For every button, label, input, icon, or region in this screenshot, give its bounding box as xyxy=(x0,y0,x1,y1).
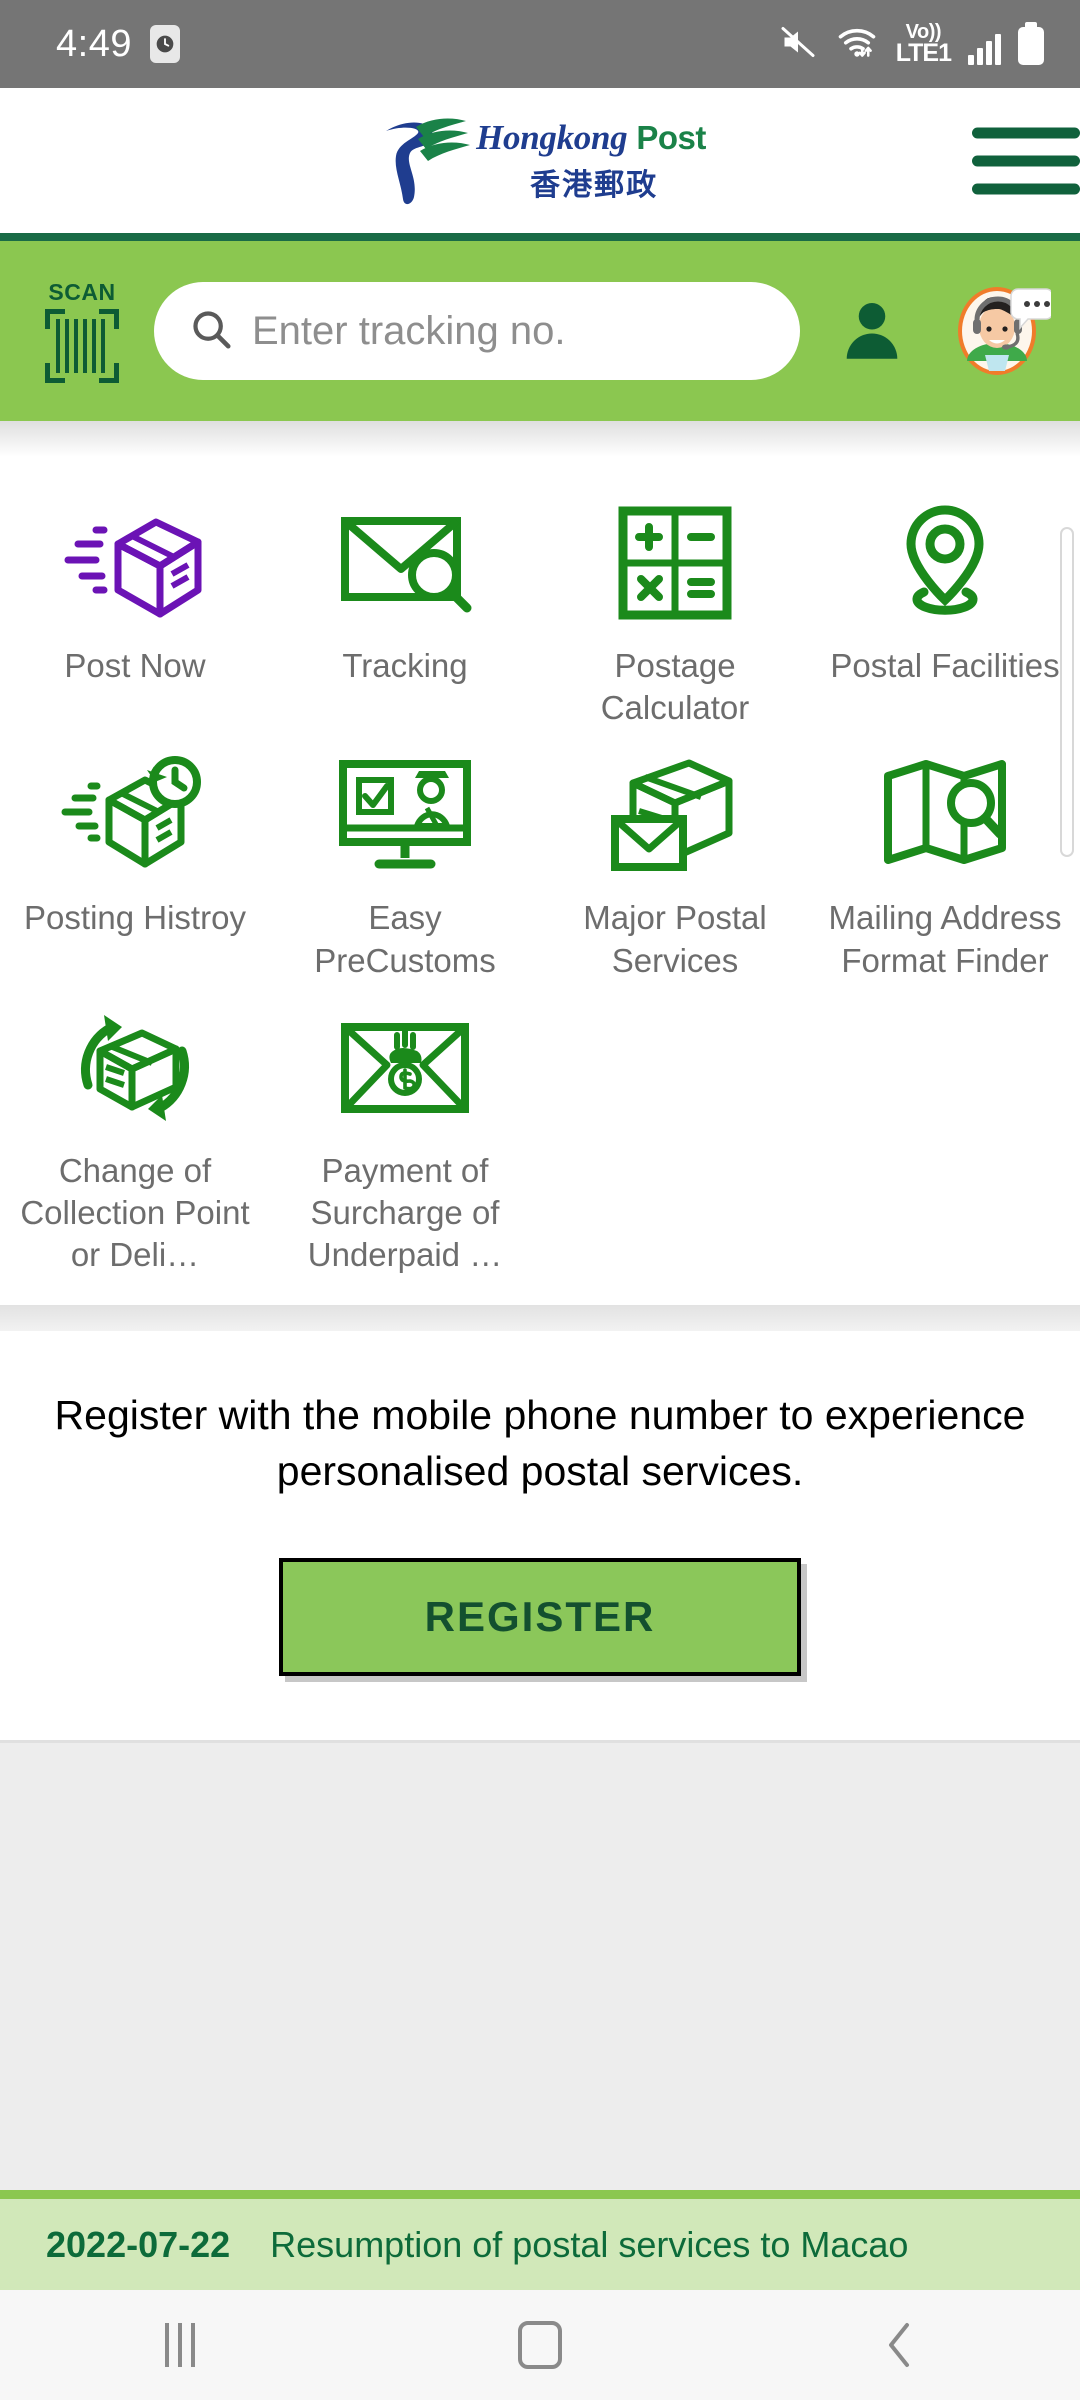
service-label: Major Postal Services xyxy=(583,899,767,979)
search-input[interactable]: Enter tracking no. xyxy=(154,282,800,380)
logo-chinese-text: 香港郵政 xyxy=(530,168,659,202)
services-grid: Post Now Tracking Postage Calculator Pos… xyxy=(0,483,1080,1283)
search-bar-section: SCAN Enter tracking no. xyxy=(0,241,1080,421)
status-bar-right: Vo)) LTE1 xyxy=(778,21,1044,67)
content-gap xyxy=(0,1739,1080,2190)
home-icon[interactable] xyxy=(450,2290,630,2400)
service-tile-postal-facilities[interactable]: Postal Facilities xyxy=(810,483,1080,735)
parcel-clock-icon xyxy=(59,749,211,881)
monitor-customs-officer-icon xyxy=(335,749,475,881)
status-time: 4:49 xyxy=(56,22,132,65)
signal-icon xyxy=(968,31,1001,65)
clock-icon xyxy=(149,25,180,63)
service-tile-major-postal-services[interactable]: Major Postal Services xyxy=(540,735,810,987)
volte-bottom-label: LTE1 xyxy=(895,38,952,67)
location-pin-icon xyxy=(890,497,1000,629)
service-label: Post Now xyxy=(64,647,206,684)
service-label: Posting Histroy xyxy=(24,899,246,937)
service-label: Tracking xyxy=(342,647,468,684)
parcel-speed-icon xyxy=(60,497,210,629)
app-screen: 4:49 Vo)) LTE1 Hongkong Post 香港郵政 SCAN E… xyxy=(0,0,1080,2400)
map-search-icon xyxy=(878,749,1012,881)
service-label: Postage Calculator xyxy=(600,647,750,727)
logo-hongkong-text: Hongkong xyxy=(476,117,628,157)
wifi-icon xyxy=(835,24,879,65)
service-tile-posting-history[interactable]: Posting Histroy xyxy=(0,735,270,987)
envelope-money-icon xyxy=(337,1002,473,1134)
person-icon[interactable] xyxy=(824,292,920,370)
search-icon xyxy=(188,306,234,357)
service-label: Easy PreCustoms xyxy=(314,899,496,979)
service-tile-mailing-address-format-finder[interactable]: Mailing Address Format Finder xyxy=(810,735,1080,987)
logo-wordmark: Hongkong Post 香港郵政 xyxy=(476,118,706,204)
service-tile-tracking[interactable]: Tracking xyxy=(270,483,540,735)
news-date: 2022-07-22 xyxy=(46,2223,231,2265)
recents-icon[interactable] xyxy=(90,2290,270,2400)
barcode-scan-icon[interactable]: SCAN xyxy=(34,279,130,383)
header-divider xyxy=(0,233,1080,241)
parcel-envelope-icon xyxy=(605,749,745,881)
grid-scrollbar[interactable] xyxy=(1060,527,1074,857)
service-label: Mailing Address Format Finder xyxy=(828,899,1062,979)
service-tile-change-of-collection-point[interactable]: Change of Collection Point or Deli… xyxy=(0,988,270,1283)
service-tile-postage-calculator[interactable]: Postage Calculator xyxy=(540,483,810,735)
scan-label: SCAN xyxy=(48,279,116,305)
hamburger-menu-icon[interactable] xyxy=(948,115,1080,206)
hongkong-post-logo: Hongkong Post 香港郵政 xyxy=(374,111,706,211)
logo-post-text: Post xyxy=(636,118,706,156)
register-message: Register with the mobile phone number to… xyxy=(54,1391,1026,1495)
app-header: Hongkong Post 香港郵政 xyxy=(0,88,1080,233)
customer-service-avatar-icon[interactable] xyxy=(944,279,1054,383)
service-label: Payment of Surcharge of Underpaid … xyxy=(307,1151,503,1274)
status-bar: 4:49 Vo)) LTE1 xyxy=(0,0,1080,88)
register-section: Register with the mobile phone number to… xyxy=(0,1330,1080,1740)
service-tile-payment-of-surcharge[interactable]: Payment of Surcharge of Underpaid … xyxy=(270,988,540,1283)
news-banner[interactable]: 2022-07-22 Resumption of postal services… xyxy=(0,2190,1080,2290)
search-placeholder: Enter tracking no. xyxy=(252,308,566,353)
android-nav-bar xyxy=(0,2290,1080,2400)
section-divider-top xyxy=(0,421,1080,457)
calculator-icon xyxy=(615,497,735,629)
service-label: Postal Facilities xyxy=(830,647,1060,684)
battery-icon xyxy=(1018,21,1044,65)
status-bar-left: 4:49 xyxy=(56,23,180,66)
service-tile-post-now[interactable]: Post Now xyxy=(0,483,270,735)
mute-icon xyxy=(778,24,818,65)
news-title: Resumption of postal services to Macao xyxy=(270,2223,909,2265)
section-divider-bottom xyxy=(0,1304,1080,1331)
back-icon[interactable] xyxy=(810,2290,990,2400)
volte-icon: Vo)) LTE1 xyxy=(895,22,952,67)
services-section: Post Now Tracking Postage Calculator Pos… xyxy=(0,457,1080,1305)
service-tile-easy-precustoms[interactable]: Easy PreCustoms xyxy=(270,735,540,987)
parcel-refresh-icon xyxy=(66,1002,204,1134)
logo-bird-icon xyxy=(386,118,471,204)
register-button[interactable]: REGISTER xyxy=(279,1557,801,1676)
service-label: Change of Collection Point or Deli… xyxy=(20,1151,250,1274)
envelope-search-icon xyxy=(335,497,475,629)
